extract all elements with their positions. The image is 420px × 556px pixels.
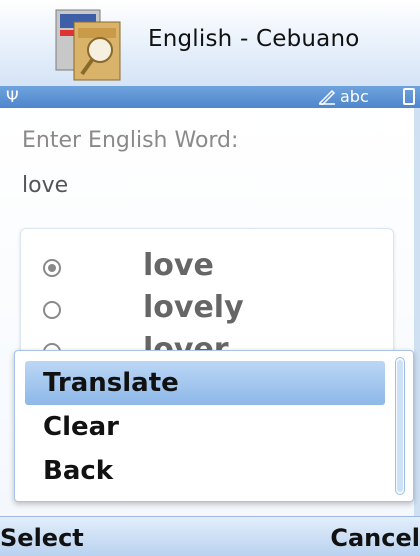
menu-scrollbar-thumb[interactable] xyxy=(397,360,403,492)
list-item[interactable]: lovely xyxy=(21,287,393,329)
list-item[interactable]: love xyxy=(21,245,393,287)
input-mode-indicator: abc xyxy=(340,87,369,106)
menu-item-clear[interactable]: Clear xyxy=(25,405,385,449)
cancel-softkey[interactable]: Cancel xyxy=(330,523,420,553)
dictionary-books-icon xyxy=(52,4,128,84)
list-item-label: lovely xyxy=(143,290,244,325)
scroll-edge xyxy=(414,108,420,516)
softkey-bar: Select Cancel xyxy=(0,516,420,556)
app-title: English - Cebuano xyxy=(148,26,360,52)
battery-icon xyxy=(403,88,415,105)
radio-selected-icon[interactable] xyxy=(43,259,61,277)
title-bar: English - Cebuano xyxy=(0,0,420,86)
list-item-label: love xyxy=(143,248,214,283)
input-prompt: Enter English Word: xyxy=(22,128,239,153)
menu-scrollbar[interactable] xyxy=(395,357,405,495)
status-bar: Ψ abc xyxy=(0,86,420,108)
menu-item-translate[interactable]: Translate xyxy=(25,361,385,405)
english-word-input[interactable] xyxy=(22,168,382,202)
antenna-icon: Ψ xyxy=(6,87,19,106)
radio-icon[interactable] xyxy=(43,301,61,319)
select-softkey[interactable]: Select xyxy=(0,523,84,553)
menu-item-back[interactable]: Back xyxy=(25,449,385,493)
pen-icon xyxy=(318,89,336,107)
options-menu: Translate Clear Back xyxy=(14,350,414,502)
